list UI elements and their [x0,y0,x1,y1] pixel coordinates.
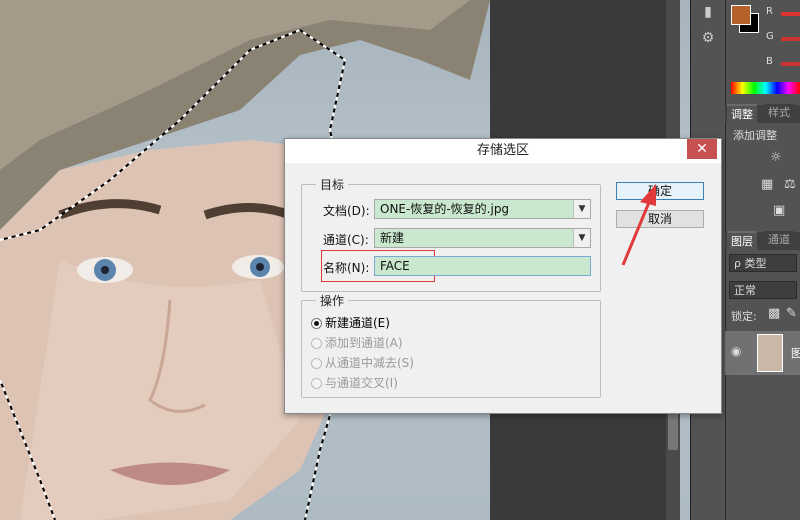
radio-label: 与通道交叉(I) [325,376,398,390]
document-label: 文档(D): [323,204,370,218]
channel-value: 新建 [380,231,405,245]
target-group-legend: 目标 [316,176,349,193]
g-slider[interactable] [781,37,800,41]
ok-button[interactable]: 确定 [616,182,704,200]
radio-new-channel[interactable]: 新建通道(E) [311,314,390,331]
close-icon[interactable]: ✕ [687,139,717,159]
scrollbar-thumb[interactable] [668,410,678,450]
info-panel-icon[interactable]: ▮ [698,2,718,22]
add-adjustment-label: 添加调整 [733,129,777,142]
tab-styles[interactable]: 样式 [764,104,794,122]
lock-pixels-icon[interactable]: ▩ [768,306,780,321]
name-label: 名称(N): [323,261,370,275]
r-label: R [766,6,773,17]
b-label: B [766,56,773,67]
g-label: G [766,31,774,42]
balance-icon[interactable]: ⚖ [784,177,796,192]
document-select[interactable]: ONE-恢复的-恢复的.jpg ▼ [374,199,591,219]
layer-kind-filter[interactable]: ρ 类型 [729,254,797,272]
photo-filter-icon[interactable]: ▣ [773,203,785,218]
levels-icon[interactable]: ▦ [761,177,773,192]
dialog-title: 存储选区 [285,139,721,163]
radio-disabled-icon[interactable] [311,338,322,349]
radio-disabled-icon[interactable] [311,358,322,369]
operation-group-legend: 操作 [316,292,349,309]
color-spectrum[interactable] [731,82,800,94]
channel-select[interactable]: 新建 ▼ [374,228,591,248]
lock-brush-icon[interactable]: ✎ [786,306,797,321]
radio-add-to-channel[interactable]: 添加到通道(A) [311,334,403,351]
document-value: ONE-恢复的-恢复的.jpg [380,202,510,216]
b-slider[interactable] [781,62,800,66]
chevron-down-icon[interactable]: ▼ [573,229,590,247]
radio-label: 新建通道(E) [325,316,390,330]
foreground-color-swatch[interactable] [731,5,751,25]
channel-name-input[interactable] [374,256,591,276]
lock-label: 锁定: [731,310,757,323]
cancel-button[interactable]: 取消 [616,210,704,228]
radio-selected-icon[interactable] [311,318,322,329]
radio-label: 从通道中减去(S) [325,356,414,370]
radio-label: 添加到通道(A) [325,336,403,350]
radio-intersect-with-channel[interactable]: 与通道交叉(I) [311,374,398,391]
tab-adjustments[interactable]: 调整 [727,104,757,124]
save-selection-dialog: 存储选区 ✕ 目标 文档(D): ONE-恢复的-恢复的.jpg ▼ 通道(C)… [284,138,722,414]
radio-disabled-icon[interactable] [311,378,322,389]
r-slider[interactable] [781,12,800,16]
properties-panel-icon[interactable]: ⚙ [698,28,718,48]
eye-icon[interactable]: ◉ [731,344,741,358]
chevron-down-icon[interactable]: ▼ [573,200,590,218]
tab-layers[interactable]: 图层 [727,231,757,251]
channel-label: 通道(C): [323,233,369,247]
layer-name: 图 [791,347,800,360]
brightness-icon[interactable]: ☼ [770,150,782,165]
blend-mode-select[interactable]: 正常 [729,281,797,299]
radio-subtract-from-channel[interactable]: 从通道中减去(S) [311,354,414,371]
tab-channels[interactable]: 通道 [764,231,794,249]
layer-thumbnail [757,334,783,372]
